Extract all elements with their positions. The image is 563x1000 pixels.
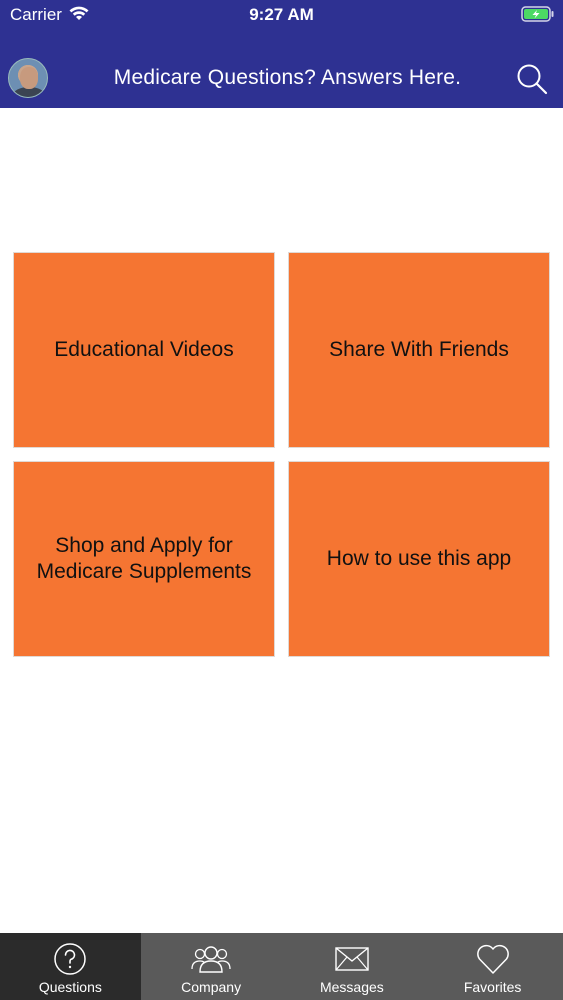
tab-label: Messages — [319, 979, 384, 995]
clock: 9:27 AM — [249, 5, 314, 24]
tile-label: Share With Friends — [329, 338, 509, 361]
tab-company[interactable]: Company — [141, 933, 282, 1000]
tile-label: How to use this app — [326, 547, 512, 570]
navigation-bar: Medicare Questions? Answers Here. — [0, 48, 563, 108]
tab-messages[interactable]: Messages — [282, 933, 423, 1000]
tile-label: Educational Videos — [54, 338, 234, 361]
people-icon — [191, 946, 231, 973]
tab-questions[interactable]: Questions — [0, 933, 141, 1000]
heart-icon — [476, 944, 509, 974]
how-to-use-button[interactable]: How to use this app — [288, 461, 550, 657]
tile-label: Shop and Apply for Medicare Supplements — [36, 534, 252, 583]
shop-and-apply-button[interactable]: Shop and Apply for Medicare Supplements — [13, 461, 275, 657]
status-bar: Carrier 9:27 AM — [0, 0, 563, 30]
tab-favorites[interactable]: Favorites — [422, 933, 563, 1000]
app-header: Carrier 9:27 AM Medicare Questions? Answ… — [0, 0, 563, 108]
tab-label: Company — [181, 979, 242, 995]
tab-bar: Questions Company Messages Favorites — [0, 933, 563, 1000]
question-circle-icon — [54, 943, 87, 975]
share-with-friends-button[interactable]: Share With Friends — [288, 252, 550, 448]
battery-icon — [521, 6, 555, 27]
tab-label: Favorites — [463, 979, 522, 995]
educational-videos-button[interactable]: Educational Videos — [13, 252, 275, 448]
page-title: Medicare Questions? Answers Here. — [113, 66, 462, 89]
tab-label: Questions — [38, 979, 102, 995]
envelope-icon — [335, 947, 369, 971]
search-icon[interactable] — [515, 62, 549, 96]
